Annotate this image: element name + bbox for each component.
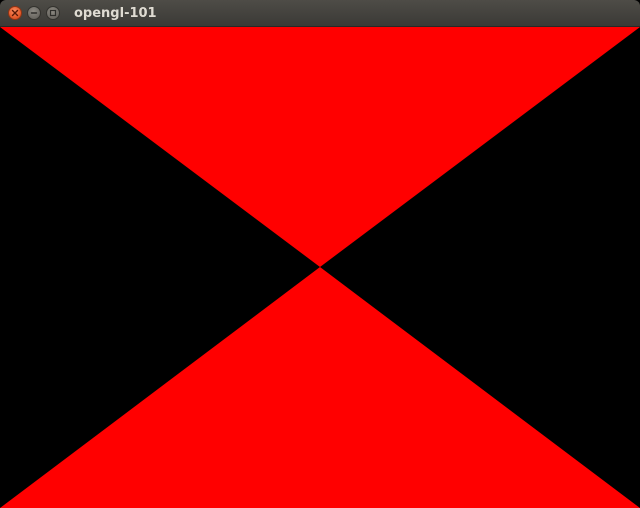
minimize-icon (30, 12, 38, 14)
title-bar[interactable]: opengl-101 (0, 0, 640, 27)
close-button[interactable] (8, 6, 22, 20)
opengl-canvas[interactable] (0, 27, 640, 508)
app-window: opengl-101 (0, 0, 640, 508)
minimize-button[interactable] (27, 6, 41, 20)
window-title: opengl-101 (74, 6, 157, 21)
maximize-icon (49, 9, 57, 17)
close-icon (11, 9, 19, 17)
maximize-button[interactable] (46, 6, 60, 20)
render-surface (0, 27, 640, 508)
